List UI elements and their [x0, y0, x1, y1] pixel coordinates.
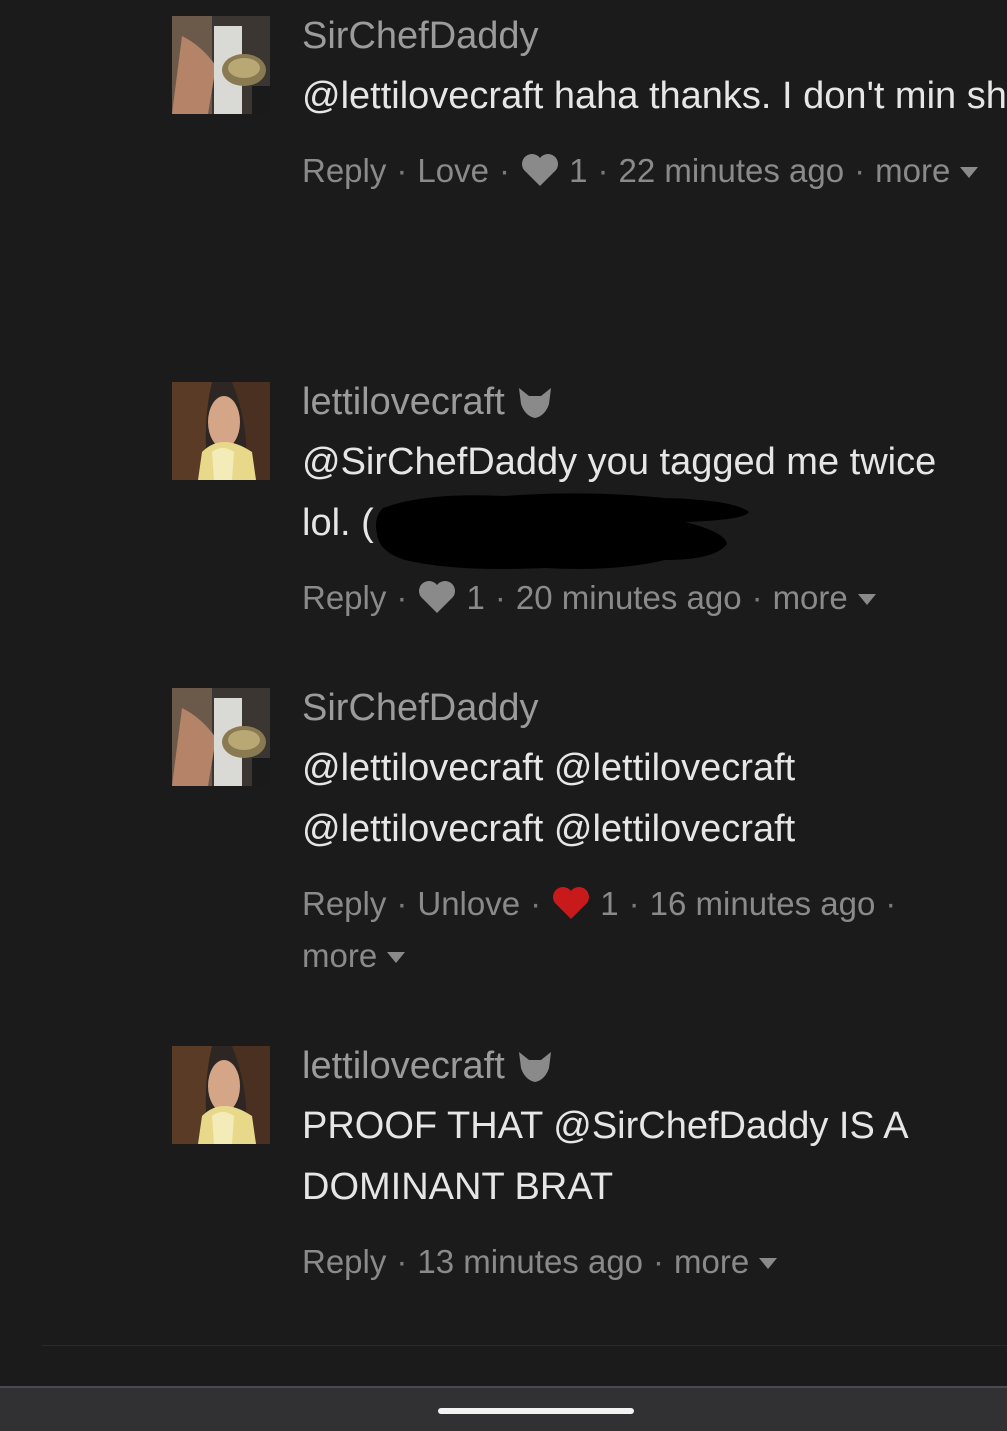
- unlove-button[interactable]: Unlove: [417, 885, 520, 922]
- heart-icon[interactable]: [520, 150, 560, 186]
- divider: [42, 1345, 1007, 1346]
- fox-badge-icon: [517, 384, 553, 420]
- reply-button[interactable]: Reply: [302, 152, 386, 189]
- love-button[interactable]: Love: [417, 152, 489, 189]
- reply-button[interactable]: Reply: [302, 1243, 386, 1280]
- chevron-down-icon: [857, 594, 876, 605]
- comment-text: @lettilovecraft haha thanks. I don't min…: [302, 75, 1007, 117]
- more-menu[interactable]: more: [773, 579, 876, 616]
- comment-author[interactable]: lettilovecraft: [302, 380, 1007, 424]
- chevron-down-icon: [759, 1258, 778, 1269]
- reply-button[interactable]: Reply: [302, 579, 386, 616]
- system-navigation-bar: [0, 1386, 1007, 1431]
- comment-text: PROOF THAT @SirChefDaddy IS A DOMINANT B…: [302, 1105, 909, 1208]
- reply-button[interactable]: Reply: [302, 885, 386, 922]
- chevron-down-icon: [387, 952, 406, 963]
- comment-actions: Reply · 13 minutes ago · more: [302, 1236, 1007, 1288]
- comment-actions: Reply · Unlove · 1 · 16 minutes ago · more: [302, 883, 897, 974]
- home-indicator[interactable]: [438, 1408, 634, 1414]
- fox-badge-icon: [517, 1048, 553, 1084]
- avatar[interactable]: [172, 1046, 270, 1144]
- avatar[interactable]: [172, 16, 270, 114]
- more-menu[interactable]: more: [302, 937, 406, 974]
- love-count: 1: [600, 885, 619, 922]
- comment-text: @lettilovecraft @lettilovecraft @lettilo…: [302, 747, 796, 850]
- avatar[interactable]: [172, 688, 270, 786]
- timestamp: 13 minutes ago: [417, 1243, 644, 1280]
- comment-actions: Reply · 1 · 20 minutes ago · more: [302, 572, 1007, 624]
- timestamp: 16 minutes ago: [649, 885, 876, 922]
- redaction-mark: [365, 488, 755, 579]
- avatar[interactable]: [172, 382, 270, 480]
- comment-author[interactable]: SirChefDaddy: [302, 14, 1007, 58]
- comment-actions: Reply · Love · 1 · 22 minutes ago · more: [302, 145, 1007, 197]
- timestamp: 22 minutes ago: [618, 152, 845, 189]
- love-count: 1: [569, 152, 588, 189]
- heart-icon[interactable]: [551, 883, 591, 919]
- more-menu[interactable]: more: [875, 152, 979, 189]
- chevron-down-icon: [960, 167, 979, 178]
- heart-icon[interactable]: [417, 577, 457, 613]
- timestamp: 20 minutes ago: [515, 579, 742, 616]
- comment-author[interactable]: lettilovecraft: [302, 1044, 1007, 1088]
- more-menu[interactable]: more: [674, 1243, 778, 1280]
- comment-author[interactable]: SirChefDaddy: [302, 686, 1007, 730]
- love-count: 1: [466, 579, 485, 616]
